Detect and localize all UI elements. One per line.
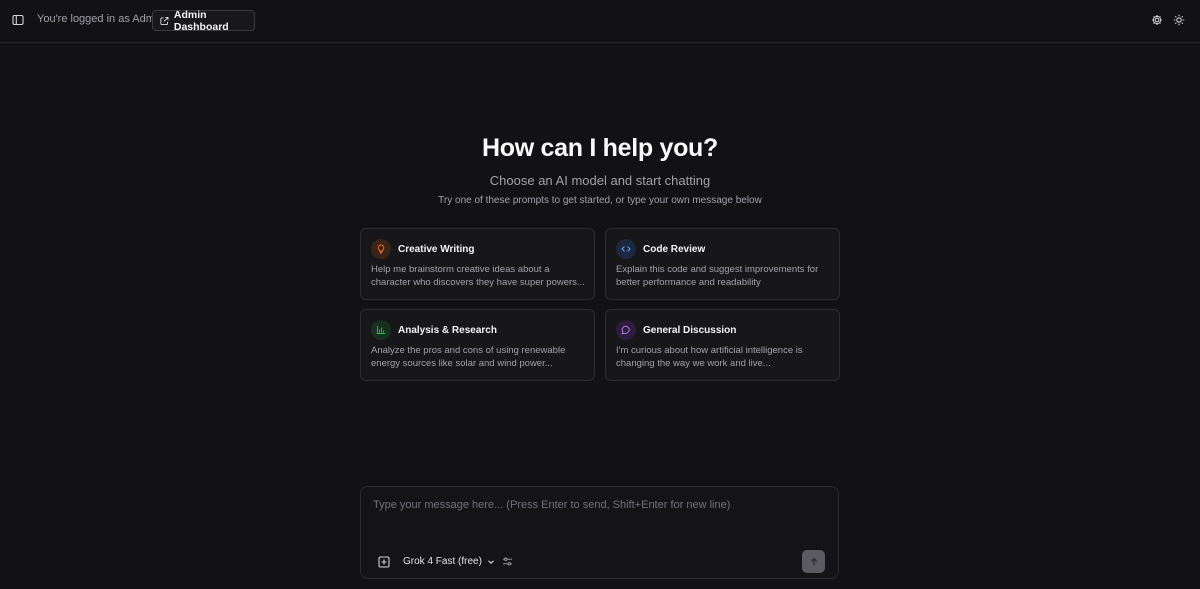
chat-bubble-icon bbox=[621, 325, 630, 335]
card-body: Help me brainstorm creative ideas about … bbox=[371, 264, 585, 288]
settings-button[interactable] bbox=[1150, 13, 1164, 27]
admin-dashboard-button[interactable]: Admin Dashboard bbox=[152, 8, 255, 33]
card-body: Explain this code and suggest improvemen… bbox=[616, 264, 819, 288]
page-subtitle: Choose an AI model and start chatting bbox=[489, 173, 711, 188]
message-input[interactable] bbox=[373, 499, 828, 529]
chevron-down-icon bbox=[488, 559, 494, 564]
sun-icon bbox=[1173, 14, 1185, 26]
card-body: I'm curious about how artificial intelli… bbox=[616, 345, 803, 369]
card-title: Code Review bbox=[643, 244, 706, 255]
model-selector[interactable]: Grok 4 Fast (free) bbox=[403, 554, 495, 569]
prompt-card-code-review[interactable]: Code Review Explain this code and sugges… bbox=[605, 228, 840, 300]
code-icon bbox=[621, 246, 631, 252]
page-title: How can I help you? bbox=[482, 134, 718, 162]
sidebar-toggle-button[interactable] bbox=[10, 12, 26, 28]
send-button[interactable] bbox=[802, 550, 825, 573]
external-link-icon bbox=[160, 16, 169, 25]
admin-dashboard-label: Admin Dashboard bbox=[173, 8, 229, 33]
prompt-hint: Try one of these prompts to get started,… bbox=[438, 195, 762, 206]
card-icon-wrap bbox=[371, 239, 391, 259]
card-title: Creative Writing bbox=[398, 244, 475, 255]
card-icon-wrap bbox=[616, 239, 636, 259]
prompt-card-analysis-research[interactable]: Analysis & Research Analyze the pros and… bbox=[360, 309, 595, 381]
attach-plus-icon bbox=[377, 555, 390, 568]
card-title: Analysis & Research bbox=[398, 325, 497, 336]
prompt-card-general-discussion[interactable]: General Discussion I'm curious about how… bbox=[605, 309, 840, 381]
model-selector-label: Grok 4 Fast (free) bbox=[403, 556, 482, 567]
card-title: General Discussion bbox=[643, 325, 737, 336]
card-body: Analyze the pros and cons of using renew… bbox=[371, 345, 566, 369]
arrow-up-icon bbox=[810, 557, 817, 565]
card-icon-wrap bbox=[371, 320, 391, 340]
bar-chart-icon bbox=[377, 326, 385, 334]
sidebar-toggle-icon bbox=[12, 14, 24, 26]
card-icon-wrap bbox=[616, 320, 636, 340]
lightbulb-icon bbox=[377, 244, 385, 254]
gear-icon bbox=[1152, 15, 1162, 25]
sliders-icon bbox=[502, 557, 512, 565]
message-composer: Grok 4 Fast (free) bbox=[360, 486, 839, 579]
top-bar: You're logged in as Admin Admin Dashboar… bbox=[0, 0, 1200, 43]
login-status-text: You're logged in as Admin bbox=[37, 13, 164, 25]
model-settings-button[interactable] bbox=[501, 555, 513, 567]
theme-toggle-button[interactable] bbox=[1172, 13, 1186, 27]
attach-button[interactable] bbox=[377, 555, 390, 568]
prompt-card-creative-writing[interactable]: Creative Writing Help me brainstorm crea… bbox=[360, 228, 595, 300]
